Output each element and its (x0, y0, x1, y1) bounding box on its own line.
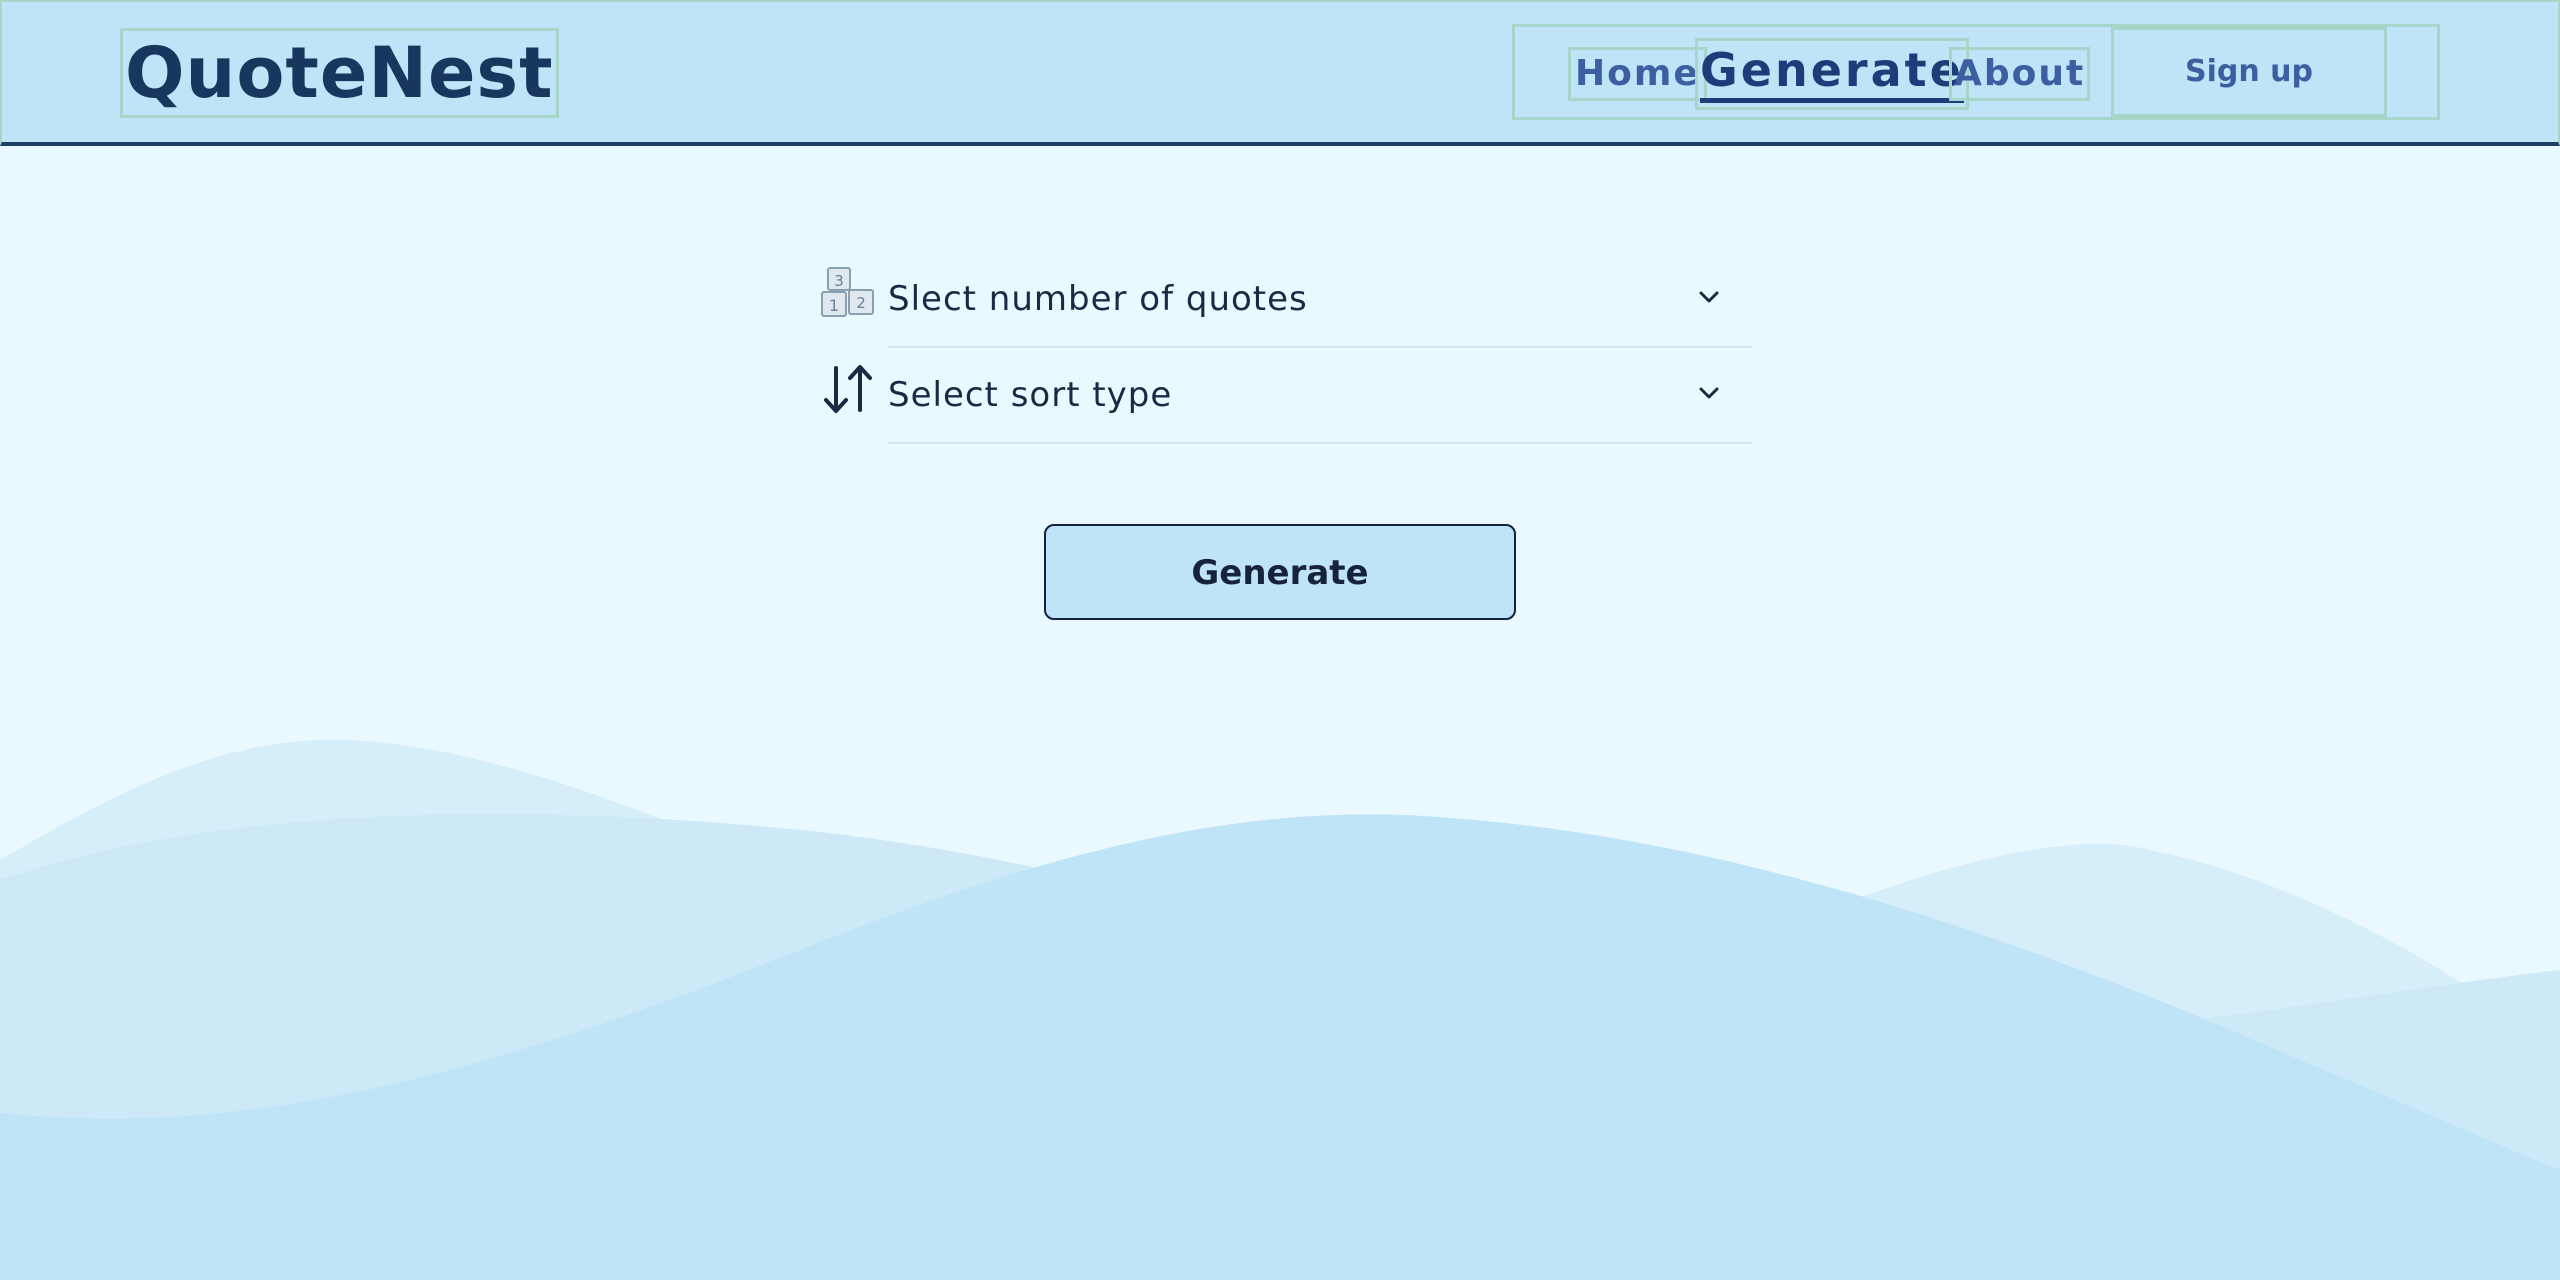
quote-count-select[interactable]: Slect number of quotes (888, 252, 1752, 348)
quote-count-row: 3 1 2 Slect number of quotes (820, 252, 1752, 348)
chevron-down-icon (1699, 387, 1719, 399)
nav-menu: Home Generate About Sign up (1512, 24, 2440, 120)
chevron-down-icon (1699, 291, 1719, 303)
quote-count-select-label: Slect number of quotes (888, 279, 1308, 319)
svg-text:1: 1 (829, 296, 839, 315)
generate-button[interactable]: Generate (1044, 524, 1516, 620)
nav-link-generate-label: Generate (1700, 43, 1964, 97)
nav-link-about[interactable]: About (1949, 47, 2091, 101)
sort-arrows-icon (824, 365, 872, 413)
sort-type-select-label: Select sort type (888, 375, 1173, 415)
svg-text:3: 3 (834, 272, 844, 290)
nav-link-generate[interactable]: Generate (1695, 38, 1969, 110)
top-navbar: QuoteNest Home Generate About Sign up (0, 0, 2560, 146)
number-blocks-icon: 3 1 2 (821, 267, 874, 317)
sign-up-button[interactable]: Sign up (2111, 27, 2387, 117)
logo[interactable]: QuoteNest (120, 28, 559, 118)
svg-text:2: 2 (856, 294, 866, 312)
active-underline (1700, 98, 1964, 103)
background-waves (0, 740, 2560, 1280)
nav-link-home[interactable]: Home (1568, 47, 1707, 101)
sort-type-row: Select sort type (820, 348, 1752, 444)
page: QuoteNest Home Generate About Sign up 3 … (0, 0, 2560, 1280)
sort-type-select[interactable]: Select sort type (888, 348, 1752, 444)
